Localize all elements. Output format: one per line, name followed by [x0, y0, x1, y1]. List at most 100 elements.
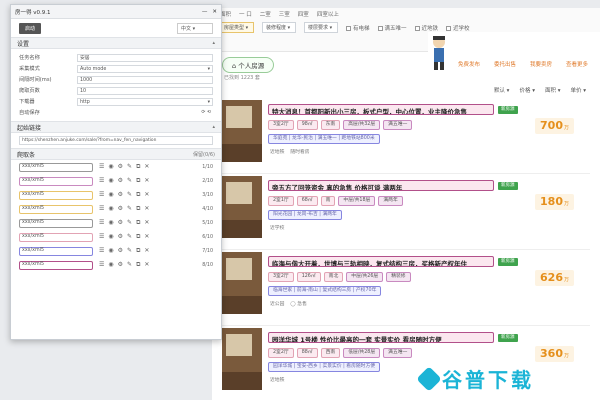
field-input[interactable]: 安居: [77, 53, 213, 62]
delete-icon[interactable]: ✕: [144, 247, 149, 255]
field-input[interactable]: 1000: [77, 75, 213, 84]
list-icon[interactable]: ☰: [99, 205, 104, 213]
eye-icon[interactable]: ◉: [108, 191, 113, 199]
settings-section-header[interactable]: 设置 ▴: [11, 37, 221, 49]
promo-link-2[interactable]: 我要卖房: [530, 60, 552, 68]
copy-icon[interactable]: ⧉: [136, 233, 140, 241]
filter-checkbox[interactable]: 有电梯: [346, 24, 370, 32]
filter-checkbox[interactable]: 近学校: [446, 24, 470, 32]
edit-icon[interactable]: ✎: [127, 219, 132, 227]
start-button[interactable]: 启动: [19, 22, 42, 34]
settings-icon[interactable]: ⚙: [118, 163, 123, 171]
delete-icon[interactable]: ✕: [144, 205, 149, 213]
sort-option[interactable]: 面积 ▾: [545, 86, 561, 94]
eye-icon[interactable]: ◉: [108, 233, 113, 241]
listing-title[interactable]: 特大消息！首都阳新出小三房，板式户型，中心位置，业主降价急售: [268, 104, 494, 115]
minimize-icon[interactable]: —: [202, 9, 208, 15]
list-icon[interactable]: ☰: [99, 233, 104, 241]
copy-icon[interactable]: ⧉: [136, 177, 140, 185]
edit-icon[interactable]: ✎: [127, 247, 132, 255]
edit-icon[interactable]: ✎: [127, 205, 132, 213]
copy-icon[interactable]: ⧉: [136, 247, 140, 255]
rule-input[interactable]: xxx/xml5: [19, 218, 93, 228]
list-icon[interactable]: ☰: [99, 247, 104, 255]
rule-input[interactable]: xxx/xml5: [19, 176, 93, 186]
settings-icon[interactable]: ⚙: [118, 247, 123, 255]
eye-icon[interactable]: ◉: [108, 247, 113, 255]
close-icon[interactable]: ✕: [212, 9, 217, 15]
filter-option[interactable]: 四室: [298, 10, 309, 18]
delete-icon[interactable]: ✕: [144, 233, 149, 241]
list-icon[interactable]: ☰: [99, 191, 104, 199]
list-icon[interactable]: ☰: [99, 163, 104, 171]
rule-input[interactable]: xxx/xml5: [19, 190, 93, 200]
listing-item[interactable]: 特大消息！首都阳新出小三房，板式户型，中心位置，业主降价急售 新房源 3室2厅 98㎡…: [212, 96, 600, 174]
settings-icon[interactable]: ⚙: [118, 191, 123, 199]
rule-input[interactable]: xxx/xml5: [19, 162, 93, 172]
list-icon[interactable]: ☰: [99, 261, 104, 269]
rule-input[interactable]: xxx/xml5: [19, 246, 93, 256]
listing-location[interactable]: 临海世家 | 前海-南山 | 复式结构三房 | 产权70年: [268, 286, 382, 296]
list-icon[interactable]: ☰: [99, 219, 104, 227]
listing-photo[interactable]: [222, 100, 262, 162]
listing-title[interactable]: 临海与偕大开着，世博与三轨相映，复式结构三房，买格新产权年住: [268, 256, 494, 267]
copy-icon[interactable]: ⧉: [136, 261, 140, 269]
promo-link-0[interactable]: 免费发布: [458, 60, 480, 68]
rule-input[interactable]: xxx/xml5: [19, 260, 93, 270]
filter-option[interactable]: 一 口: [239, 10, 252, 18]
settings-icon[interactable]: ⚙: [118, 219, 123, 227]
listing-title[interactable]: 园洋华城 1号楼 性价比最高的一套 实景实价 看房随时方便: [268, 332, 494, 343]
edit-icon[interactable]: ✎: [127, 233, 132, 241]
copy-icon[interactable]: ⧉: [136, 205, 140, 213]
eye-icon[interactable]: ◉: [108, 261, 113, 269]
edit-icon[interactable]: ✎: [127, 261, 132, 269]
checkbox-icon[interactable]: [346, 25, 351, 31]
promo-link-1[interactable]: 委托出售: [494, 60, 516, 68]
listing-location[interactable]: 华庭苑 | 龙华-民治 | 满五唯一 | 距地铁站800米: [268, 134, 380, 144]
listing-item[interactable]: 园洋华城 1号楼 性价比最高的一套 实景实价 看房随时方便 新房源 2室2厅 88㎡西…: [212, 324, 600, 400]
language-select[interactable]: 中文 ▾: [177, 22, 213, 34]
chevron-up-icon[interactable]: ▴: [212, 40, 215, 46]
sort-option[interactable]: 默认 ▾: [494, 86, 510, 94]
filter-select[interactable]: 装修程度 ▾: [262, 22, 296, 33]
delete-icon[interactable]: ✕: [144, 163, 149, 171]
filter-select[interactable]: 房屋类型 ▾: [220, 22, 254, 33]
field-input[interactable]: 10: [77, 86, 213, 95]
eye-icon[interactable]: ◉: [108, 163, 113, 171]
settings-icon[interactable]: ⚙: [118, 261, 123, 269]
filter-checkbox[interactable]: 满五唯一: [377, 24, 407, 32]
filter-select[interactable]: 楼层要求 ▾: [304, 22, 338, 33]
listing-title[interactable]: 旁五方了回笼资金 真的急售 价格可谈 满两年: [268, 180, 494, 191]
filter-option[interactable]: 三室: [279, 10, 290, 18]
start-url-section-header[interactable]: 起始链接 ▴: [11, 121, 221, 133]
delete-icon[interactable]: ✕: [144, 191, 149, 199]
listing-location[interactable]: 园洋华城 | 宝安-西乡 | 实景实价 | 看房随时方便: [268, 362, 381, 372]
eye-icon[interactable]: ◉: [108, 205, 113, 213]
field-input[interactable]: Auto mode ▾: [77, 64, 213, 73]
copy-icon[interactable]: ⧉: [136, 191, 140, 199]
promo-link-3[interactable]: 查看更多: [566, 60, 588, 68]
checkbox-icon[interactable]: [414, 25, 420, 31]
field-input[interactable]: ⟳ ⟲: [77, 109, 213, 117]
listing-item[interactable]: 旁五方了回笼资金 真的急售 价格可谈 满两年 新房源 2室1厅 68㎡南中层/共18层…: [212, 172, 600, 250]
copy-icon[interactable]: ⧉: [136, 219, 140, 227]
delete-icon[interactable]: ✕: [144, 261, 149, 269]
filter-option[interactable]: 四室以上: [317, 10, 339, 18]
listing-photo[interactable]: [222, 176, 262, 238]
sort-option[interactable]: 单价 ▾: [570, 86, 586, 94]
rule-input[interactable]: xxx/xml5: [19, 232, 93, 242]
edit-icon[interactable]: ✎: [127, 177, 132, 185]
settings-icon[interactable]: ⚙: [118, 177, 123, 185]
delete-icon[interactable]: ✕: [144, 219, 149, 227]
sort-option[interactable]: 价格 ▾: [519, 86, 535, 94]
rule-input[interactable]: xxx/xml5: [19, 204, 93, 214]
listing-location[interactable]: 阳光花园 | 龙岗-布吉 | 满两年: [268, 210, 342, 220]
list-icon[interactable]: ☰: [99, 177, 104, 185]
copy-icon[interactable]: ⧉: [136, 163, 140, 171]
checkbox-icon[interactable]: [377, 25, 383, 31]
eye-icon[interactable]: ◉: [108, 219, 113, 227]
filter-checkbox[interactable]: 近地铁: [414, 24, 438, 32]
tab-personal-listings[interactable]: ⌂ 个人房源: [222, 57, 275, 73]
listing-photo[interactable]: [222, 328, 262, 390]
eye-icon[interactable]: ◉: [108, 177, 113, 185]
